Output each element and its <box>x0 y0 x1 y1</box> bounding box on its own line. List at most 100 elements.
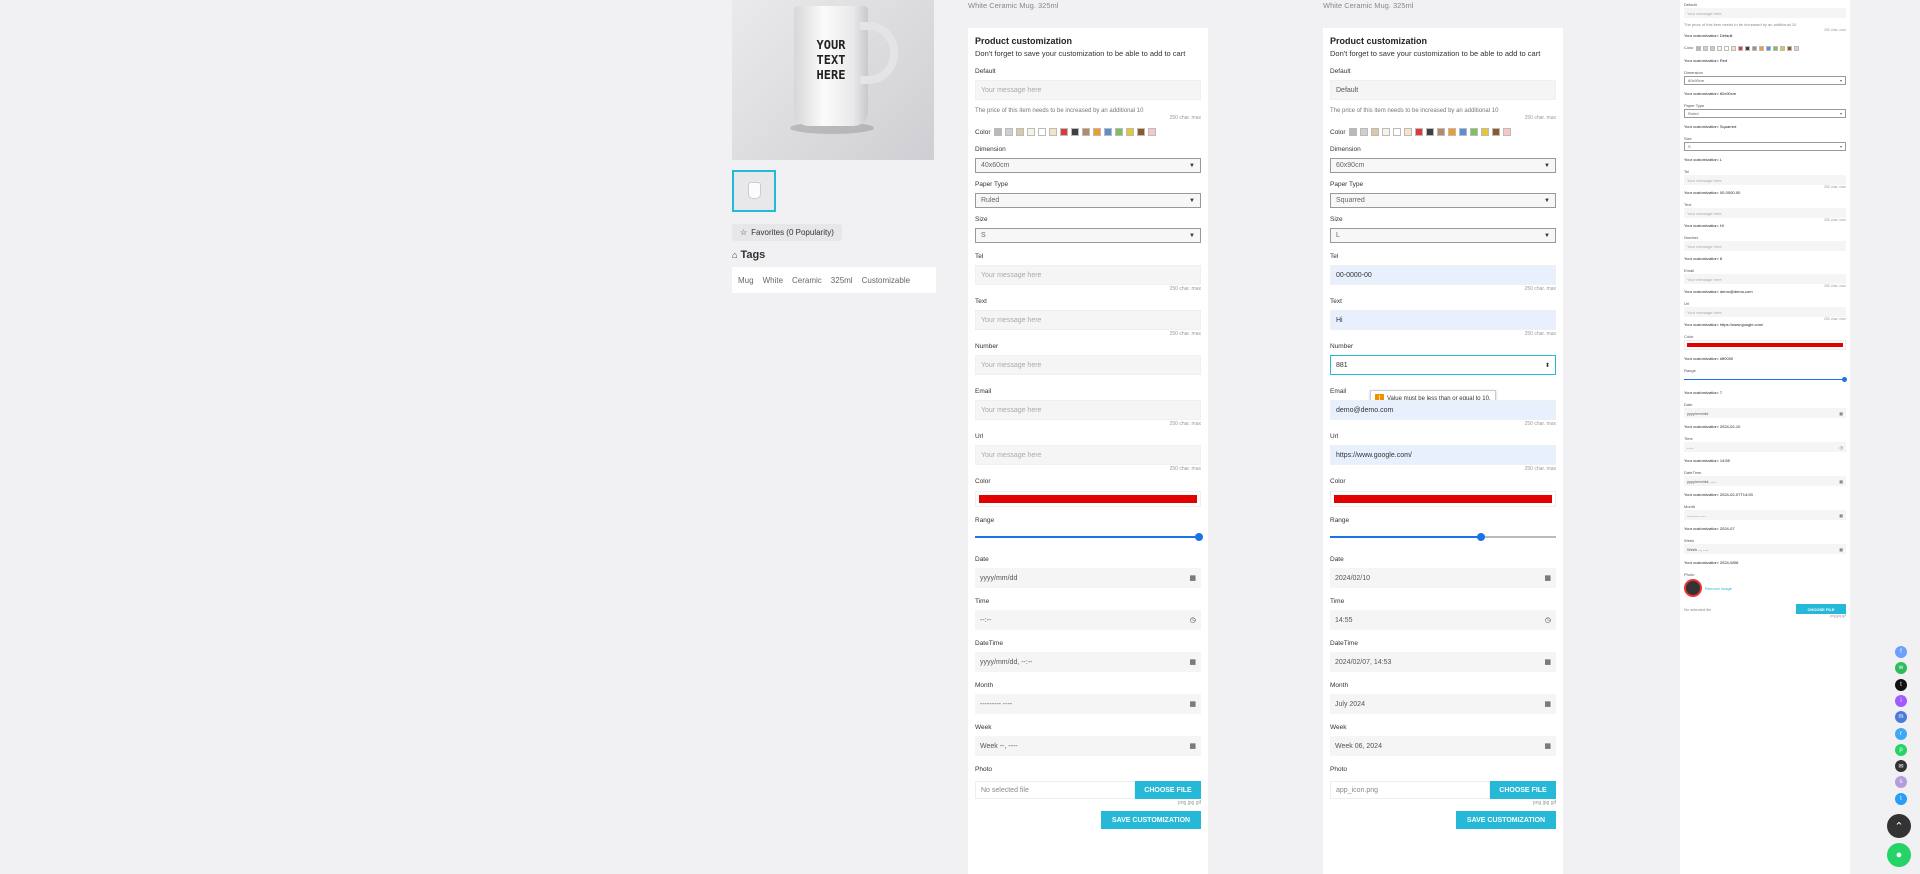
share-icon[interactable]: i <box>1895 694 1907 707</box>
url-input[interactable]: https://www.google.com/ <box>1330 445 1556 465</box>
datetime-input[interactable]: yyyy/mm/dd, --:-- ▦ <box>1684 476 1846 486</box>
color-swatch[interactable] <box>1758 45 1764 51</box>
date-input[interactable]: yyyy/mm/dd ▦ <box>975 568 1201 588</box>
tel-input[interactable]: 00-0000-00 <box>1330 265 1556 285</box>
text-input[interactable]: Your message here <box>975 310 1201 330</box>
color-swatch[interactable] <box>1015 128 1024 136</box>
number-input[interactable]: Your message here <box>975 355 1201 375</box>
color-swatch[interactable] <box>1695 45 1701 51</box>
favorites-button[interactable]: ☆ Favorites (0 Popularity) <box>732 224 842 241</box>
default-input[interactable]: Default <box>1330 80 1556 100</box>
default-input[interactable]: Your message here <box>1684 8 1846 18</box>
clock-icon[interactable]: ◷ <box>1190 616 1196 624</box>
slider-handle[interactable] <box>1841 377 1847 382</box>
slider-handle[interactable] <box>1477 533 1486 541</box>
tag-item[interactable]: 325ml <box>831 276 853 285</box>
default-input[interactable]: Your message here <box>975 80 1201 100</box>
color-swatch[interactable] <box>1026 128 1035 136</box>
color-swatch[interactable] <box>1744 45 1750 51</box>
month-input[interactable]: July 2024 ▦ <box>1330 694 1556 714</box>
color-swatch[interactable] <box>1004 128 1013 136</box>
color-swatch[interactable] <box>1765 45 1771 51</box>
range-slider[interactable] <box>1330 530 1556 544</box>
color-swatch[interactable] <box>1793 45 1799 51</box>
share-icon[interactable]: r <box>1895 727 1907 740</box>
calendar-icon[interactable]: ▦ <box>1544 658 1551 666</box>
color-swatch[interactable] <box>1392 128 1401 136</box>
color-swatch[interactable] <box>1772 45 1778 51</box>
color-picker[interactable] <box>1330 491 1556 507</box>
datetime-input[interactable]: 2024/02/07, 14:53 ▦ <box>1330 652 1556 672</box>
color-swatch[interactable] <box>1716 45 1722 51</box>
tel-input[interactable]: Your message here <box>1684 175 1846 185</box>
calendar-icon[interactable]: ▦ <box>1839 479 1843 484</box>
color-swatch[interactable] <box>1059 128 1068 136</box>
color-swatch[interactable] <box>1425 128 1434 136</box>
calendar-icon[interactable]: ▦ <box>1544 742 1551 750</box>
range-slider[interactable] <box>975 530 1203 544</box>
choose-file-button[interactable]: CHOOSE FILE <box>1490 781 1556 799</box>
color-swatch[interactable] <box>1147 128 1156 136</box>
color-swatch[interactable] <box>1737 45 1743 51</box>
number-input[interactable]: 881 ⬍ <box>1330 355 1556 375</box>
color-swatch[interactable] <box>1381 128 1390 136</box>
time-input[interactable]: --:-- ◷ <box>1684 442 1846 452</box>
month-input[interactable]: --------- ---- ▦ <box>975 694 1201 714</box>
week-input[interactable]: Week --, ---- ▦ <box>975 736 1201 756</box>
share-icon[interactable]: ✉ <box>1895 760 1907 773</box>
tag-item[interactable]: Mug <box>738 276 754 285</box>
color-swatch[interactable] <box>1730 45 1736 51</box>
number-input[interactable]: Your message here <box>1684 241 1846 251</box>
remove-image-link[interactable]: Remove image <box>1705 586 1732 591</box>
clock-icon[interactable]: ◷ <box>1545 616 1551 624</box>
tag-item[interactable]: Ceramic <box>792 276 822 285</box>
week-input[interactable]: Week --, ---- ▦ <box>1684 544 1846 554</box>
color-swatch[interactable] <box>1114 128 1123 136</box>
spinner-icon[interactable]: ⬍ <box>1545 362 1550 369</box>
size-select[interactable]: L ▼ <box>1330 228 1556 243</box>
calendar-icon[interactable]: ▦ <box>1189 658 1196 666</box>
dimension-select[interactable]: 60x90cm ▾ <box>1684 76 1846 85</box>
color-picker[interactable] <box>1684 340 1846 350</box>
chat-button[interactable]: ● <box>1887 843 1911 867</box>
tel-input[interactable]: Your message here <box>975 265 1201 285</box>
size-select[interactable]: S ▾ <box>1684 142 1846 151</box>
calendar-icon[interactable]: ▦ <box>1839 411 1843 416</box>
calendar-icon[interactable]: ▦ <box>1544 574 1551 582</box>
date-input[interactable]: 2024/02/10 ▦ <box>1330 568 1556 588</box>
color-swatch[interactable] <box>1723 45 1729 51</box>
url-input[interactable]: Your message here <box>1684 307 1846 317</box>
calendar-icon[interactable]: ▦ <box>1189 574 1196 582</box>
product-cover-image[interactable]: YOUR TEXT HERE <box>732 0 934 160</box>
email-input[interactable]: Your message here <box>1684 274 1846 284</box>
email-input[interactable]: Your message here <box>975 400 1201 420</box>
dimension-select[interactable]: 40x60cm ▼ <box>975 158 1201 173</box>
color-swatch[interactable] <box>1403 128 1412 136</box>
color-swatch[interactable] <box>1502 128 1511 136</box>
calendar-icon[interactable]: ▦ <box>1544 700 1551 708</box>
range-slider[interactable] <box>1684 376 1847 384</box>
paper-type-select[interactable]: Ruled ▼ <box>975 193 1201 208</box>
paper-type-select[interactable]: Ruled ▾ <box>1684 109 1846 118</box>
share-icon[interactable]: f <box>1895 646 1907 658</box>
color-swatch[interactable] <box>1702 45 1708 51</box>
color-swatch[interactable] <box>1103 128 1112 136</box>
choose-file-button[interactable]: CHOOSE FILE <box>1796 604 1846 614</box>
url-input[interactable]: Your message here <box>975 445 1201 465</box>
time-input[interactable]: --:-- ◷ <box>975 610 1201 630</box>
color-swatch[interactable] <box>1081 128 1090 136</box>
dimension-select[interactable]: 60x90cm ▼ <box>1330 158 1556 173</box>
color-swatch[interactable] <box>1125 128 1134 136</box>
color-swatch[interactable] <box>1136 128 1145 136</box>
slider-handle[interactable] <box>1195 533 1203 541</box>
datetime-input[interactable]: yyyy/mm/dd, --:-- ▦ <box>975 652 1201 672</box>
share-icon[interactable]: p <box>1895 743 1907 756</box>
choose-file-button[interactable]: CHOOSE FILE <box>1135 781 1201 799</box>
product-thumbnail[interactable] <box>732 170 776 212</box>
color-picker[interactable] <box>975 491 1201 507</box>
share-icon[interactable]: t <box>1895 678 1907 691</box>
color-swatch[interactable] <box>1436 128 1445 136</box>
save-customization-button[interactable]: SAVE CUSTOMIZATION <box>1456 811 1556 829</box>
text-input[interactable]: Hi <box>1330 310 1556 330</box>
color-swatch[interactable] <box>1370 128 1379 136</box>
